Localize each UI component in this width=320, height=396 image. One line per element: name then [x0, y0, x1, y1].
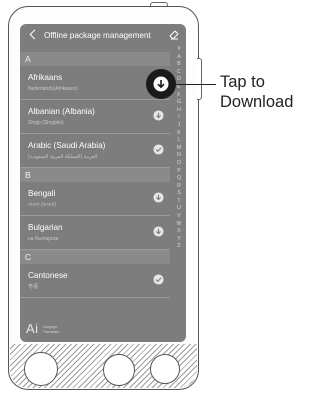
alphabet-index-letter[interactable]: U [177, 205, 181, 213]
alphabet-index-letter[interactable]: W [177, 221, 182, 229]
language-native-name: на български [28, 236, 59, 242]
alphabet-index-letter[interactable]: G [177, 99, 181, 107]
logo-mark: Ai [26, 321, 39, 336]
alphabet-index-letter[interactable]: Z [177, 243, 180, 251]
language-native-name: বাংলা (ভারত) [28, 202, 56, 208]
alphabet-index-letter[interactable]: C [177, 69, 181, 77]
alphabet-index-letter[interactable]: V [177, 213, 180, 221]
back-arrow-icon[interactable] [28, 29, 40, 41]
alphabet-index-letter[interactable]: # [178, 46, 181, 54]
list-item-bengali[interactable]: Bengali বাংলা (ভারত) [20, 182, 170, 216]
list-item-arabic[interactable]: Arabic (Saudi Arabia) العربية (المملكة ا… [20, 134, 170, 168]
alphabet-index-letter[interactable]: B [177, 61, 180, 69]
download-icon[interactable] [153, 110, 164, 121]
title-bar: Offline package management [20, 24, 186, 46]
alphabet-index-letter[interactable]: H [177, 107, 181, 115]
alphabet-index-letter[interactable]: T [177, 198, 180, 206]
alphabet-index-letter[interactable]: Q [177, 175, 181, 183]
download-icon [153, 76, 169, 92]
logo-wordmark: Langogo Translator [43, 325, 60, 334]
right-hardware-button[interactable] [150, 354, 180, 384]
list-item-bulgarian[interactable]: Bulgarian на български [20, 216, 170, 250]
section-header-c: C [20, 250, 170, 264]
alphabet-index-letter[interactable]: X [177, 228, 180, 236]
alphabet-index-letter[interactable]: R [177, 183, 181, 191]
alphabet-index-letter[interactable]: O [177, 160, 181, 168]
alphabet-index-letter[interactable]: L [178, 137, 181, 145]
alphabet-index-letter[interactable]: N [177, 152, 181, 160]
language-native-name: 粤语 [28, 284, 39, 290]
section-header-a: A [20, 52, 170, 66]
alphabet-index-letter[interactable]: J [178, 122, 181, 130]
alphabet-index-letter[interactable]: S [177, 190, 180, 198]
callout-line-2: Download [220, 93, 294, 111]
alphabet-index-letter[interactable]: I [178, 114, 179, 122]
list-item-cantonese[interactable]: Cantonese 粤语 [20, 264, 170, 298]
alphabet-index-letter[interactable]: D [177, 76, 181, 84]
middle-hardware-button[interactable] [103, 354, 135, 386]
callout-leader-line [176, 84, 216, 86]
language-name: Bengali [28, 189, 56, 198]
logo-line-2: Translator [42, 329, 60, 334]
section-header-b: B [20, 168, 170, 182]
alphabet-index-letter[interactable]: K [177, 130, 180, 138]
alphabet-index-letter[interactable]: F [177, 92, 180, 100]
language-name: Arabic (Saudi Arabia) [28, 141, 106, 150]
alphabet-index-letter[interactable]: A [177, 54, 180, 62]
callout-line-1: Tap to [220, 73, 265, 91]
language-name: Cantonese [28, 271, 68, 280]
check-icon [153, 274, 164, 285]
check-icon [153, 144, 164, 155]
alphabet-index-letter[interactable]: P [177, 168, 180, 176]
alphabet-index-letter[interactable]: M [177, 145, 181, 153]
eraser-icon[interactable] [168, 28, 180, 40]
logo: Ai Langogo Translator [26, 321, 60, 336]
download-icon[interactable] [153, 226, 164, 237]
device-side-button [197, 58, 202, 100]
language-name: Albanian (Albania) [28, 107, 95, 116]
alphabet-index[interactable]: # A B C D E F G H I J K L M N O P Q R S T U V W X Y Z [174, 46, 184, 251]
download-icon[interactable] [153, 192, 164, 203]
highlighted-download-button[interactable] [146, 69, 176, 99]
language-name: Bulgarian [28, 223, 63, 232]
left-hardware-button[interactable] [24, 352, 58, 386]
language-native-name: العربية (المملكة العربية السعودية) [28, 154, 98, 160]
language-native-name: Shqip (Shqipëri) [28, 120, 64, 126]
alphabet-index-letter[interactable]: Y [177, 236, 180, 244]
callout-label: Tap to Download [220, 72, 293, 112]
device-bottom-panel [10, 344, 197, 388]
logo-line-1: Langogo [42, 325, 58, 329]
page-title: Offline package management [44, 30, 151, 40]
list-item-albanian[interactable]: Albanian (Albania) Shqip (Shqipëri) [20, 100, 170, 134]
